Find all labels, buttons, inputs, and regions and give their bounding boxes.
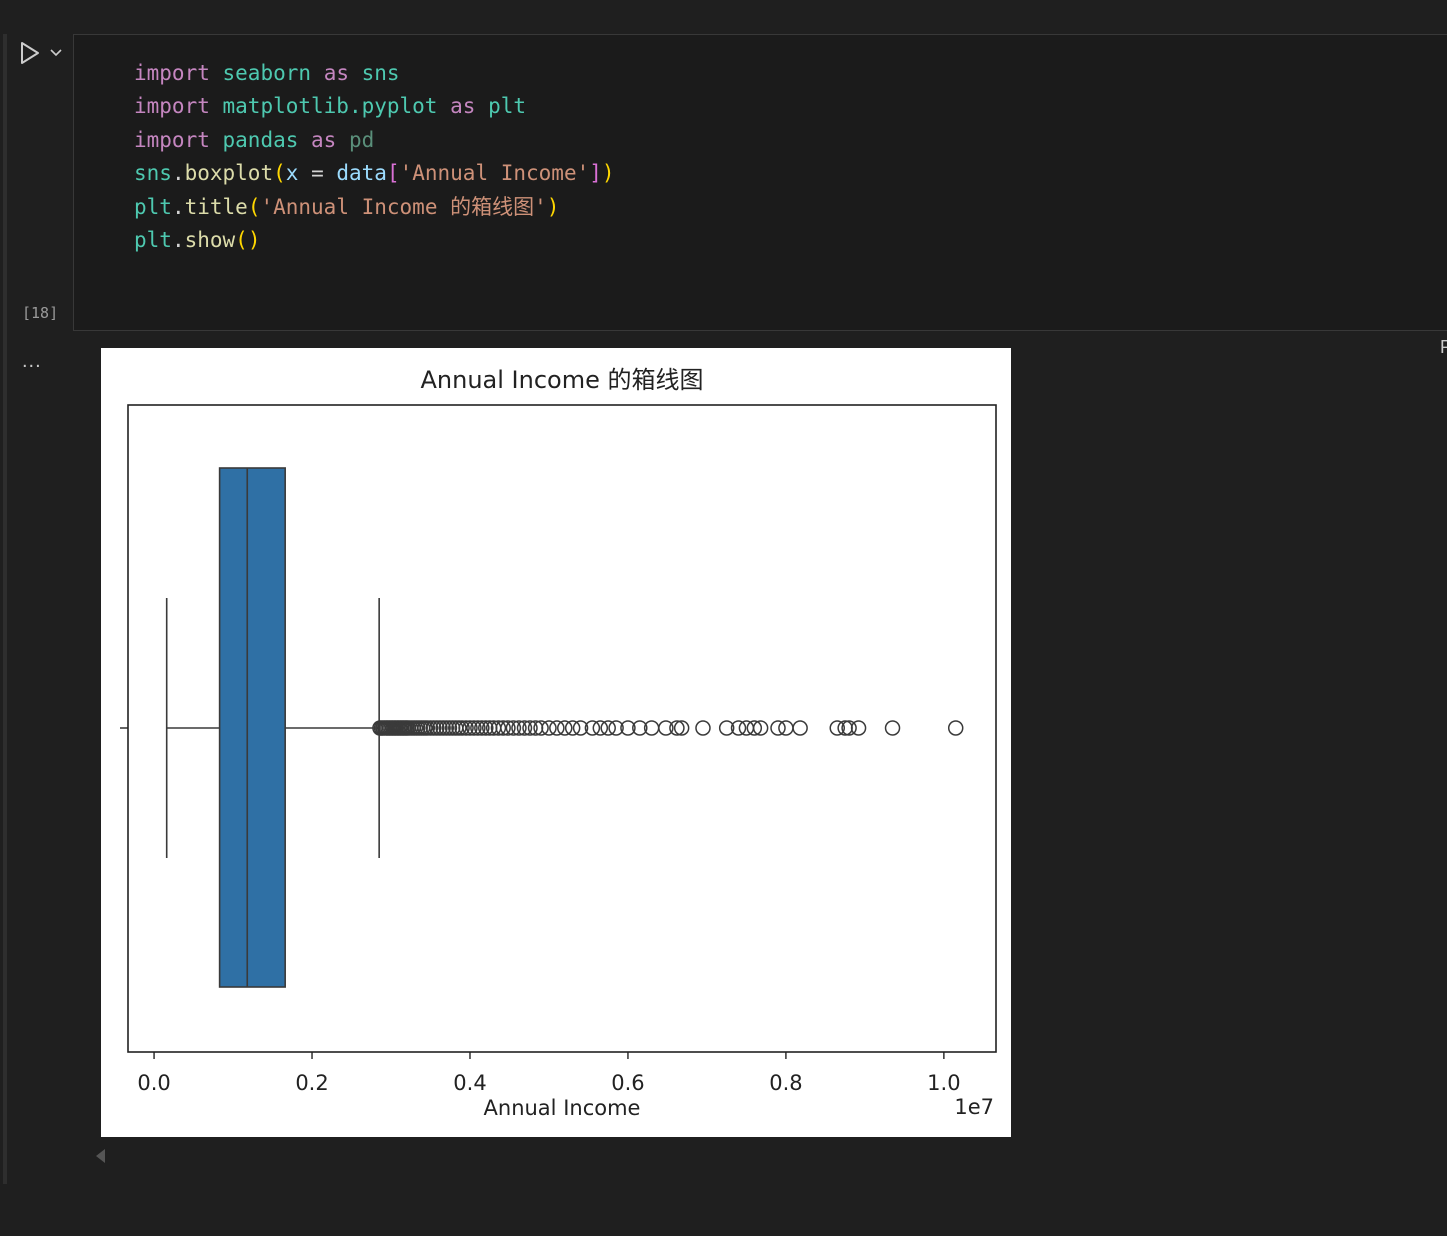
code-token: import: [134, 61, 210, 85]
language-label[interactable]: P: [1440, 337, 1447, 358]
code-token: sns: [361, 61, 400, 85]
outlier-point: [658, 720, 674, 736]
code-token: seaborn: [222, 61, 312, 85]
code-token: pandas: [222, 127, 299, 152]
outlier-point: [792, 720, 808, 736]
code-text[interactable]: import seaborn as sns import matplotlib.p…: [134, 57, 615, 257]
output-menu-button[interactable]: ...: [22, 350, 42, 373]
code-token: plt: [134, 228, 172, 253]
code-token: import: [134, 127, 210, 152]
code-token: plt: [134, 194, 172, 219]
outlier-point: [770, 720, 786, 736]
code-token: .: [171, 161, 185, 186]
outlier-point: [592, 720, 609, 736]
code-token: sns: [134, 161, 172, 186]
code-token: ): [601, 161, 615, 186]
x-axis-label: Annual Income: [484, 1096, 641, 1120]
chevron-down-icon[interactable]: [48, 44, 64, 60]
outlier-point: [738, 720, 755, 736]
code-token: as: [450, 94, 476, 119]
outlier-point: [549, 720, 565, 736]
code-token: (: [235, 228, 248, 253]
code-token: ): [247, 228, 261, 253]
x-tick-label: 0.4: [453, 1071, 486, 1095]
outlier-point: [541, 720, 557, 736]
x-offset-label: 1e7: [954, 1095, 994, 1119]
scroll-left-icon[interactable]: [93, 1147, 107, 1165]
code-line: import seaborn as sns: [134, 57, 615, 90]
code-token: 'Annual Income 的箱线图': [260, 194, 547, 219]
code-token: [: [386, 161, 400, 186]
code-token: pd: [348, 127, 375, 152]
code-line: import matplotlib.pyplot as plt: [134, 90, 615, 123]
code-token: (: [273, 161, 286, 186]
x-tick-label: 0.0: [137, 1071, 170, 1095]
outlier-point: [600, 720, 616, 736]
chart-title: Annual Income 的箱线图: [421, 366, 704, 394]
code-token: matplotlib.pyplot: [222, 94, 438, 119]
code-line: sns.boxplot(x = data['Annual Income']): [134, 157, 615, 190]
code-token: plt: [488, 94, 526, 119]
cell-focus-bar: [3, 34, 7, 1184]
code-line: plt.title('Annual Income 的箱线图'): [134, 191, 615, 224]
outlier-point: [695, 720, 711, 736]
code-token: ]: [589, 161, 602, 186]
code-token: .: [171, 194, 185, 219]
code-token: =: [298, 161, 337, 186]
code-line: import pandas as pd: [134, 124, 615, 157]
x-tick-label: 0.2: [295, 1071, 328, 1095]
outlier-point: [947, 720, 964, 736]
code-token: 'Annual Income': [399, 161, 590, 186]
x-tick-label: 0.8: [769, 1071, 802, 1095]
x-tick-label: 0.6: [611, 1071, 644, 1095]
code-line: plt.show(): [134, 224, 615, 257]
code-token: x: [285, 161, 299, 186]
outlier-point: [778, 720, 794, 736]
execution-count: [18]: [22, 304, 59, 322]
code-token: as: [311, 127, 337, 152]
outlier-point: [884, 720, 901, 736]
boxplot-chart: Annual Income 的箱线图 0.0 0.2 0.4 0.6 0.8 1.0 Annu…: [120, 366, 997, 1120]
code-token: boxplot: [184, 161, 274, 186]
run-cell-icon[interactable]: [16, 40, 42, 66]
code-token: (: [247, 194, 261, 219]
code-editor[interactable]: import seaborn as sns import matplotlib.p…: [73, 34, 1447, 357]
code-token: import: [134, 94, 210, 119]
code-token: .: [171, 228, 185, 253]
outlier-point: [557, 720, 573, 736]
outlier-point: [564, 720, 581, 736]
outlier-point: [850, 720, 867, 736]
code-token: title: [184, 194, 248, 219]
x-tick-label: 1.0: [927, 1071, 960, 1095]
code-token: show: [184, 228, 236, 253]
plot-output-image: Annual Income 的箱线图 0.0 0.2 0.4 0.6 0.8 1.0 Annu…: [101, 348, 1011, 1137]
iqr-box: [218, 467, 286, 988]
code-token: data: [336, 161, 387, 186]
code-token: ): [546, 194, 560, 219]
code-token: as: [323, 61, 349, 85]
